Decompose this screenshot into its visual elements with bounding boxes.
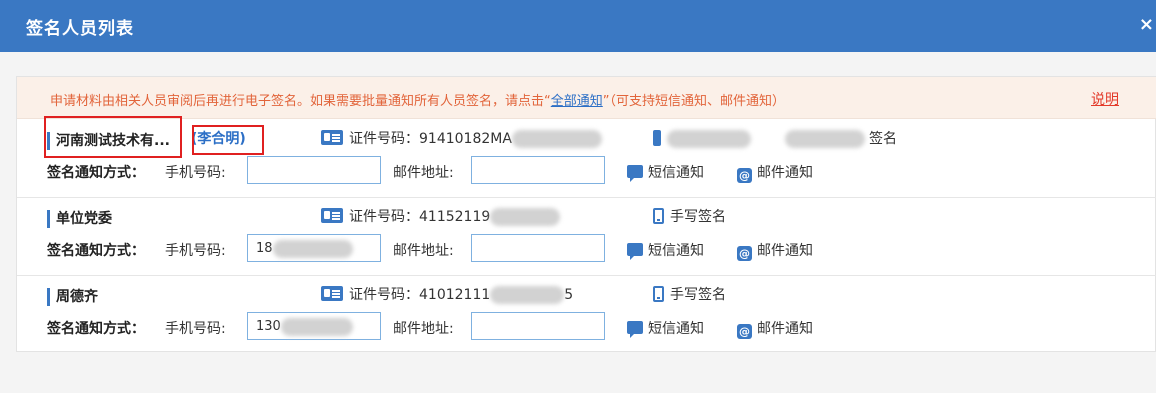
close-icon[interactable]: × [1139,14,1154,35]
cert-number: 证件号码：91410182MA [321,130,602,148]
at-sign-icon: @ [737,324,752,339]
notify-method-label: 签名通知方式： [47,165,145,181]
mobile-label: 手机号码: [165,243,226,259]
email-notify-button[interactable]: @ 邮件通知 [737,240,813,261]
id-card-icon [321,208,343,223]
notify-line: 签名通知方式： 手机号码: 邮件地址: 短信通知 @邮件通知 [47,234,1147,264]
notify-all-link[interactable]: 全部通知 [551,94,603,109]
signer-row: 周德齐 证件号码：410121115 手写签名 签名通知方式： 手机号码: 邮件… [17,276,1156,354]
mobile-label: 手机号码: [165,321,226,337]
chat-icon [627,321,643,338]
phone-icon [653,208,664,224]
notice-bar: 申请材料由相关人员审阅后再进行电子签名。如果需要批量通知所有人员签名，请点击“全… [17,77,1156,119]
highlight-box-name [44,116,182,158]
sms-notify-button[interactable]: 短信通知 [627,240,704,260]
sign-status: 手写签名 [653,286,726,304]
redacted-value [667,130,751,148]
signer-name: 单位党委 [47,210,112,228]
at-sign-icon: @ [737,168,752,183]
sms-notify-button[interactable]: 短信通知 [627,318,704,338]
sign-status: 手写签名 [653,208,726,226]
dialog-title: 签名人员列表 [26,19,134,39]
signer-row: 单位党委 证件号码：41152119 手写签名 签名通知方式： 手机号码: 邮件… [17,198,1156,276]
mobile-label: 手机号码: [165,165,226,181]
redacted-value [281,318,353,336]
redacted-value [490,286,565,304]
chat-icon [627,243,643,260]
email-input[interactable] [471,234,605,262]
notify-line: 签名通知方式： 手机号码: 邮件地址: 短信通知 @邮件通知 [47,312,1147,342]
sms-notify-button[interactable]: 短信通知 [627,162,704,182]
sign-status: 签名 [653,130,897,148]
redacted-value [273,240,353,258]
signer-panel: 申请材料由相关人员审阅后再进行电子签名。如果需要批量通知所有人员签名，请点击“全… [16,76,1156,352]
chat-icon [627,165,643,182]
email-label: 邮件地址: [393,243,454,259]
id-card-icon [321,130,343,145]
redacted-value [511,130,602,148]
notify-line: 签名通知方式： 手机号码: 邮件地址: 短信通知 @邮件通知 [47,156,1147,186]
redacted-value [785,130,865,148]
signer-name: 周德齐 [47,288,98,306]
notify-method-label: 签名通知方式： [47,321,145,337]
email-notify-button[interactable]: @ 邮件通知 [737,318,813,339]
mobile-input[interactable] [247,156,381,184]
redacted-value [490,208,561,226]
email-notify-button[interactable]: @ 邮件通知 [737,162,813,183]
email-input[interactable] [471,156,605,184]
id-card-icon [321,286,343,301]
email-label: 邮件地址: [393,321,454,337]
email-label: 邮件地址: [393,165,454,181]
notice-text: 申请材料由相关人员审阅后再进行电子签名。如果需要批量通知所有人员签名，请点击“全… [50,94,786,109]
email-input[interactable] [471,312,605,340]
cert-number: 证件号码：41012111 5 [321,286,573,304]
highlight-box-contact [192,125,264,155]
info-icon [653,130,661,146]
help-link[interactable]: 说明 [1091,89,1119,109]
notify-method-label: 签名通知方式： [47,243,145,259]
cert-number: 证件号码：41152119 [321,208,561,226]
signer-row: 河南测试技术有... (李合明) 证件号码：91410182MA 签名 签名通知… [17,116,1156,198]
dialog-header: 签名人员列表 × [0,0,1156,52]
at-sign-icon: @ [737,246,752,261]
phone-icon [653,286,664,302]
